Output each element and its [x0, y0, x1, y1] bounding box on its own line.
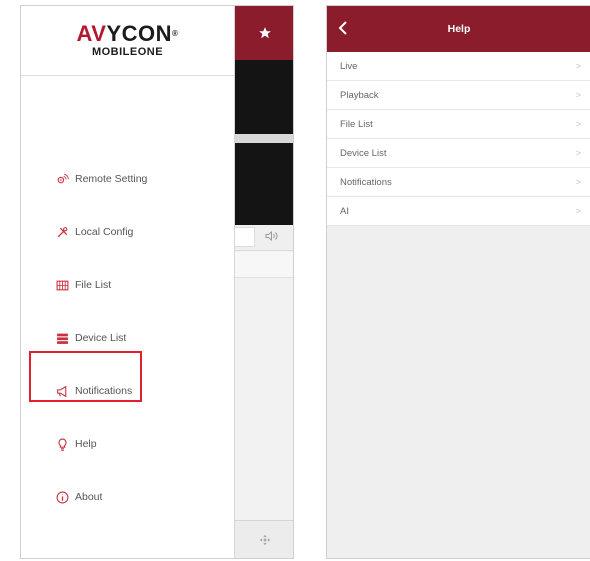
video-pane-1[interactable] [235, 60, 293, 134]
speaker-icon[interactable] [265, 231, 279, 241]
tools-icon [55, 225, 69, 239]
help-highlight-box [29, 351, 142, 402]
help-item-playback[interactable]: Playback > [327, 81, 590, 110]
help-item-file-list[interactable]: File List > [327, 110, 590, 139]
chevron-right-icon: > [575, 177, 581, 187]
chevron-right-icon: > [575, 206, 581, 216]
underlay-header [235, 6, 293, 60]
device-list-icon [55, 331, 69, 345]
video-pane-2[interactable] [235, 143, 293, 225]
right-phone-screen: Help Live > Playback > File List > Devic… [326, 5, 590, 559]
menu-item-device-list[interactable]: Device List [55, 327, 126, 349]
left-phone-screen: AVYCON® MOBILEONE Remote Setting Local C… [20, 5, 294, 559]
help-item-notifications[interactable]: Notifications > [327, 168, 590, 197]
underlay-bottom-bar [235, 520, 293, 558]
page-title: Help [447, 23, 471, 35]
side-drawer: AVYCON® MOBILEONE Remote Setting Local C… [21, 6, 235, 558]
menu-item-help[interactable]: Help [55, 433, 97, 455]
help-header: Help [327, 6, 590, 52]
ptz-joystick-icon[interactable] [258, 533, 272, 547]
underlying-live-view [235, 6, 293, 558]
help-topic-list: Live > Playback > File List > Device Lis… [327, 52, 590, 226]
menu-item-remote-setting[interactable]: Remote Setting [55, 168, 147, 190]
help-item-device-list[interactable]: Device List > [327, 139, 590, 168]
file-list-icon [55, 278, 69, 292]
help-item-live[interactable]: Live > [327, 52, 590, 81]
underlay-row [235, 252, 293, 278]
chevron-left-icon[interactable] [337, 21, 349, 35]
menu-item-about[interactable]: About [55, 486, 102, 508]
remote-setting-icon [55, 172, 69, 186]
underlay-toolbar [235, 225, 293, 251]
logo-subtitle: MOBILEONE [91, 46, 164, 58]
chevron-right-icon: > [575, 119, 581, 129]
chevron-right-icon: > [575, 61, 581, 71]
chevron-right-icon: > [575, 90, 581, 100]
chevron-right-icon: > [575, 148, 581, 158]
menu-item-file-list[interactable]: File List [55, 274, 111, 296]
lightbulb-icon [55, 437, 69, 451]
star-icon[interactable] [258, 26, 272, 40]
info-icon [55, 490, 69, 504]
menu-item-local-config[interactable]: Local Config [55, 221, 133, 243]
help-item-ai[interactable]: AI > [327, 197, 590, 226]
avycon-logo: AVYCON® MOBILEONE [21, 6, 234, 76]
logo-wordmark: AVYCON® [76, 21, 179, 46]
underlay-field[interactable] [235, 227, 255, 247]
